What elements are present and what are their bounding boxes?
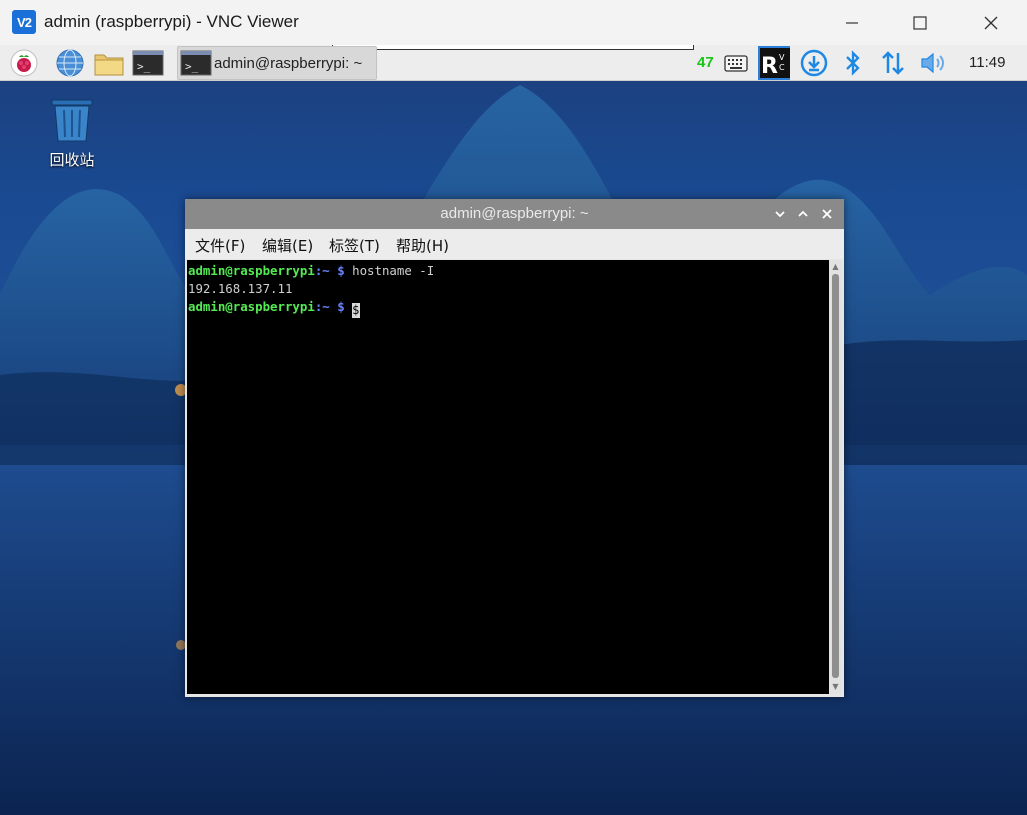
text-cursor: $ [352, 303, 361, 318]
volume-icon [921, 52, 944, 74]
taskbar-progress-indicator [332, 45, 694, 50]
trash-desktop-icon[interactable]: 回收站 [40, 97, 104, 170]
menu-file[interactable]: 文件(F) [195, 235, 245, 256]
remote-desktop[interactable]: >_ >_ admin@raspberrypi: ~ 47 R V C 11:4… [0, 45, 1027, 815]
taskbar-window-button[interactable]: >_ admin@raspberrypi: ~ [177, 46, 377, 80]
web-browser-button[interactable] [54, 48, 86, 78]
trash-icon [51, 99, 93, 142]
bluetooth-button[interactable] [837, 48, 869, 78]
window-title: admin (raspberrypi) - VNC Viewer [44, 12, 299, 31]
command-text: hostname -I [344, 263, 435, 278]
command-output: 192.168.137.11 [188, 281, 293, 296]
prompt-user: admin@raspberrypi [188, 263, 315, 278]
prompt-user: admin@raspberrypi [188, 299, 315, 314]
terminal-window[interactable]: admin@raspberrypi: ~ 文件(F) 编辑(E) 标签(T) 帮… [185, 199, 844, 697]
svg-text:>_: >_ [185, 60, 199, 73]
scroll-down-icon[interactable]: ▼ [829, 681, 842, 693]
terminal-title: admin@raspberrypi: ~ [440, 205, 589, 222]
terminal-minimize-button[interactable] [772, 206, 788, 222]
trash-label: 回收站 [49, 151, 95, 169]
close-button[interactable] [968, 6, 1014, 40]
scrollbar-thumb[interactable] [832, 274, 839, 678]
raspberry-menu-icon [10, 49, 38, 77]
maximize-button[interactable] [897, 6, 943, 40]
minimize-icon [846, 22, 858, 24]
file-manager-button[interactable] [93, 48, 125, 78]
svg-text:C: C [779, 63, 785, 72]
terminal-titlebar[interactable]: admin@raspberrypi: ~ [185, 199, 844, 229]
volume-button[interactable] [918, 48, 950, 78]
terminal-maximize-button[interactable] [795, 206, 811, 222]
terminal-line: admin@raspberrypi:~ $ $ [188, 298, 829, 318]
prompt-path: :~ $ [314, 299, 345, 314]
terminal-scrollbar[interactable]: ▲ ▼ [829, 260, 842, 694]
raspberry-menu-button[interactable] [8, 48, 40, 78]
svg-text:V: V [779, 53, 785, 62]
menu-tabs[interactable]: 标签(T) [329, 235, 380, 256]
chevron-up-icon [798, 210, 808, 217]
download-icon [800, 49, 828, 77]
taskbar: >_ >_ admin@raspberrypi: ~ 47 R V C 11:4… [0, 45, 1027, 81]
terminal-launcher-button[interactable]: >_ [132, 48, 164, 78]
scroll-up-icon[interactable]: ▲ [829, 261, 842, 273]
bluetooth-icon [846, 50, 860, 76]
web-browser-icon [56, 49, 84, 77]
file-manager-icon [94, 54, 124, 76]
svg-text:R: R [761, 54, 778, 79]
network-icon [882, 51, 904, 75]
taskbar-window-label: admin@raspberrypi: ~ [214, 55, 363, 72]
command-text [345, 299, 352, 314]
svg-text:>_: >_ [137, 60, 151, 73]
clock[interactable]: 11:49 [969, 54, 1005, 71]
minimize-button[interactable] [829, 6, 875, 40]
updater-button[interactable] [798, 48, 830, 78]
terminal-output[interactable]: admin@raspberrypi:~ $ hostname -I 192.16… [187, 260, 829, 694]
vnc-server-button[interactable]: R V C [758, 46, 790, 80]
terminal-icon: >_ [180, 50, 212, 76]
menu-help[interactable]: 帮助(H) [396, 235, 449, 256]
terminal-icon: >_ [132, 50, 164, 76]
terminal-line: admin@raspberrypi:~ $ hostname -I [188, 262, 829, 280]
keyboard-icon [724, 55, 748, 72]
close-icon [822, 209, 832, 219]
terminal-close-button[interactable] [819, 206, 835, 222]
close-icon [984, 16, 998, 30]
maximize-icon [913, 16, 927, 30]
chevron-down-icon [775, 211, 785, 218]
vnc-logo-icon: V2 [12, 10, 36, 34]
keyboard-button[interactable] [720, 48, 752, 78]
task-terminal-icon-wrap: >_ [180, 48, 212, 78]
network-button[interactable] [877, 48, 909, 78]
prompt-path: :~ $ [314, 263, 345, 278]
vnc-titlebar: V2 admin (raspberrypi) - VNC Viewer [0, 0, 1027, 45]
cpu-usage-value: 47 [697, 54, 714, 71]
vnc-server-icon: R V C [758, 46, 790, 80]
terminal-line: 192.168.137.11 [188, 280, 829, 298]
terminal-menubar: 文件(F) 编辑(E) 标签(T) 帮助(H) [185, 229, 844, 259]
menu-edit[interactable]: 编辑(E) [262, 235, 313, 256]
